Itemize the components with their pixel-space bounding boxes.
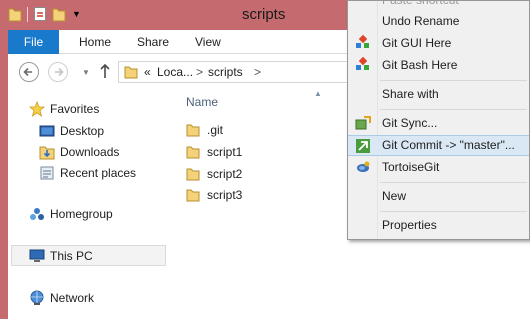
git-commit-icon xyxy=(356,139,370,153)
file-name: .git xyxy=(207,123,224,137)
file-name: script2 xyxy=(207,167,243,181)
menu-label: Git GUI Here xyxy=(382,36,452,50)
menu-item-share-with[interactable]: Share with xyxy=(348,84,529,105)
git-gui-icon xyxy=(356,35,369,48)
recent-places-icon xyxy=(40,166,54,180)
address-overflow-chevrons[interactable]: « xyxy=(144,65,151,79)
menu-label: Git Bash Here xyxy=(382,58,458,72)
properties-icon[interactable] xyxy=(33,6,47,22)
menu-label: Properties xyxy=(382,218,437,232)
nav-label: Network xyxy=(50,291,95,305)
column-header-name[interactable]: Name xyxy=(186,95,218,109)
menu-separator xyxy=(380,182,527,183)
folder-icon[interactable] xyxy=(8,7,22,22)
network-icon xyxy=(30,290,44,305)
menu-label: Paste shortcut xyxy=(382,0,459,7)
menu-item-undo-rename[interactable]: Undo Rename xyxy=(348,11,529,32)
menu-label: Undo Rename xyxy=(382,14,460,28)
tab-share[interactable]: Share xyxy=(137,30,169,54)
menu-label: New xyxy=(382,189,407,203)
menu-item-git-bash-here[interactable]: Git Bash Here xyxy=(348,55,529,76)
toolbar-divider xyxy=(27,6,28,22)
nav-label: Downloads xyxy=(60,145,120,159)
menu-item-properties[interactable]: Properties xyxy=(348,215,529,236)
nav-label: Desktop xyxy=(60,124,105,138)
address-separator[interactable]: > xyxy=(254,65,261,79)
address-segment-local[interactable]: Loca... xyxy=(157,65,193,79)
menu-label: Share with xyxy=(382,87,439,101)
downloads-icon xyxy=(39,146,55,160)
folder-icon xyxy=(186,124,200,137)
navigation-pane: Favorites Desktop Downloads Recent place… xyxy=(8,89,166,319)
folder-icon xyxy=(124,66,138,79)
menu-separator xyxy=(380,109,527,110)
nav-label: Homegroup xyxy=(50,207,113,221)
tab-view[interactable]: View xyxy=(195,30,221,54)
folder-icon xyxy=(186,168,200,181)
address-separator[interactable]: > xyxy=(196,65,203,79)
menu-separator xyxy=(380,80,527,81)
tab-file[interactable]: File xyxy=(8,30,59,54)
menu-label: TortoiseGit xyxy=(382,160,440,174)
menu-item-git-gui-here[interactable]: Git GUI Here xyxy=(348,33,529,54)
menu-item-tortoisegit[interactable]: TortoiseGit xyxy=(348,157,529,178)
folder-icon xyxy=(186,146,200,159)
menu-item-git-commit[interactable]: Git Commit -> "master"... xyxy=(348,135,529,156)
folder-icon xyxy=(186,189,200,202)
dropdown-icon[interactable]: ▼ xyxy=(72,9,81,19)
git-bash-icon xyxy=(356,57,369,70)
address-box[interactable]: « Loca... > scripts > xyxy=(118,61,384,83)
menu-separator xyxy=(380,211,527,212)
forward-button[interactable] xyxy=(48,62,68,82)
menu-item-new[interactable]: New xyxy=(348,186,529,207)
back-button[interactable] xyxy=(19,62,39,82)
quick-access-toolbar: ▼ xyxy=(8,6,81,22)
nav-label: Favorites xyxy=(50,102,100,116)
tortoisegit-icon xyxy=(357,161,370,172)
menu-item-paste-shortcut[interactable]: Paste shortcut xyxy=(348,0,529,11)
git-sync-icon xyxy=(355,116,371,130)
file-name: script1 xyxy=(207,145,243,159)
address-segment-scripts[interactable]: scripts xyxy=(208,65,243,79)
window-title: scripts xyxy=(242,6,286,23)
forward-arrow-icon xyxy=(55,67,64,77)
desktop-icon xyxy=(39,125,55,137)
computer-icon xyxy=(29,249,45,262)
nav-label: This PC xyxy=(50,249,93,263)
star-icon xyxy=(29,101,45,117)
sort-caret-icon: ▲ xyxy=(314,89,322,98)
context-menu: Paste shortcut Undo Rename Git GUI Here … xyxy=(347,0,530,240)
up-arrow-icon[interactable] xyxy=(98,62,112,80)
file-name: script3 xyxy=(207,188,243,202)
new-folder-icon[interactable] xyxy=(52,7,66,22)
homegroup-icon xyxy=(30,208,44,220)
menu-label: Git Commit -> "master"... xyxy=(382,138,515,152)
menu-item-git-sync[interactable]: Git Sync... xyxy=(348,113,529,134)
nav-label: Recent places xyxy=(60,166,137,180)
back-arrow-icon xyxy=(23,67,32,77)
tab-home[interactable]: Home xyxy=(79,30,111,54)
recent-locations-icon[interactable]: ▼ xyxy=(82,68,90,77)
menu-label: Git Sync... xyxy=(382,116,438,130)
